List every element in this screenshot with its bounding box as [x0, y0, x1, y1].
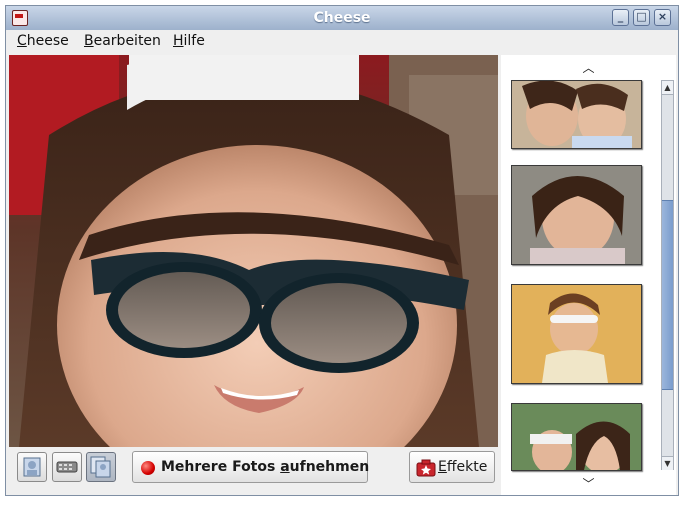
- capture-label: Mehrere Fotos aufnehmen: [161, 452, 369, 482]
- chevron-down-icon: ﹀: [582, 477, 595, 491]
- window-title: Cheese: [313, 10, 371, 26]
- maximize-button[interactable]: □: [633, 9, 650, 26]
- webcam-preview: [9, 55, 498, 447]
- menu-bearbeiten-mnemonic: B: [84, 33, 94, 49]
- menu-cheese-mnemonic: C: [17, 33, 27, 49]
- record-dot-icon: [141, 461, 155, 475]
- effects-label-rest: ffekte: [446, 459, 488, 475]
- minimize-icon: _: [617, 10, 624, 23]
- menu-hilfe-mnemonic: H: [173, 33, 184, 49]
- capture-label-part1: Mehrere Fotos: [161, 459, 281, 475]
- burst-mode-icon: [90, 456, 111, 478]
- chevron-up-icon: ︿: [582, 61, 595, 75]
- photo-mode-button[interactable]: [17, 452, 47, 482]
- effects-button[interactable]: Effekte: [409, 451, 495, 483]
- thumbnail-photo-4[interactable]: [511, 403, 642, 471]
- effects-camera-icon: [416, 459, 436, 477]
- capture-toolbar: Mehrere Fotos aufnehmen Effekte: [6, 447, 498, 495]
- thumbnail-photo-1[interactable]: [511, 80, 642, 149]
- menu-hilfe-label: ilfe: [183, 33, 205, 49]
- thumbnails-scrollbar[interactable]: ▲ ▼: [661, 80, 674, 470]
- thumbnail-photo-2[interactable]: [511, 165, 642, 265]
- capture-burst-button[interactable]: Mehrere Fotos aufnehmen: [132, 451, 369, 483]
- thumbnails-scroll-down[interactable]: ﹀: [501, 475, 676, 492]
- capture-label-part2: ufnehmen: [289, 459, 370, 475]
- title-bar[interactable]: Cheese _ □ ×: [6, 6, 678, 31]
- scrollbar-thumb[interactable]: [662, 200, 673, 390]
- minimize-button[interactable]: _: [612, 9, 629, 26]
- thumbnail-panel: ︿ ▲ ▼ ﹀: [501, 55, 676, 495]
- menu-bar: Cheese Bearbeiten Hilfe: [6, 30, 678, 54]
- photo-mode-icon: [23, 457, 41, 477]
- menu-cheese-label: heese: [26, 33, 69, 49]
- video-mode-button[interactable]: [52, 452, 82, 482]
- thumbnail-photo-3[interactable]: [511, 284, 642, 384]
- menu-hilfe[interactable]: Hilfe: [173, 33, 205, 49]
- menu-bearbeiten[interactable]: Bearbeiten: [84, 33, 161, 49]
- menu-bearbeiten-label: earbeiten: [93, 33, 161, 49]
- close-icon: ×: [657, 10, 668, 23]
- scrollbar-down-button[interactable]: ▼: [662, 456, 673, 470]
- effects-label-mnemonic: E: [438, 459, 447, 475]
- burst-mode-button[interactable]: [86, 452, 116, 482]
- menu-cheese[interactable]: Cheese: [17, 33, 69, 49]
- close-button[interactable]: ×: [654, 9, 671, 26]
- effects-label: Effekte: [438, 452, 487, 482]
- video-mode-icon: [56, 461, 78, 473]
- scrollbar-up-button[interactable]: ▲: [662, 81, 673, 95]
- capture-label-mnemonic: a: [280, 459, 290, 475]
- cheese-window: Cheese _ □ × Cheese Bearbeiten Hilfe Meh…: [5, 5, 679, 496]
- thumbnails-scroll-up[interactable]: ︿: [501, 59, 676, 76]
- maximize-icon: □: [636, 10, 647, 23]
